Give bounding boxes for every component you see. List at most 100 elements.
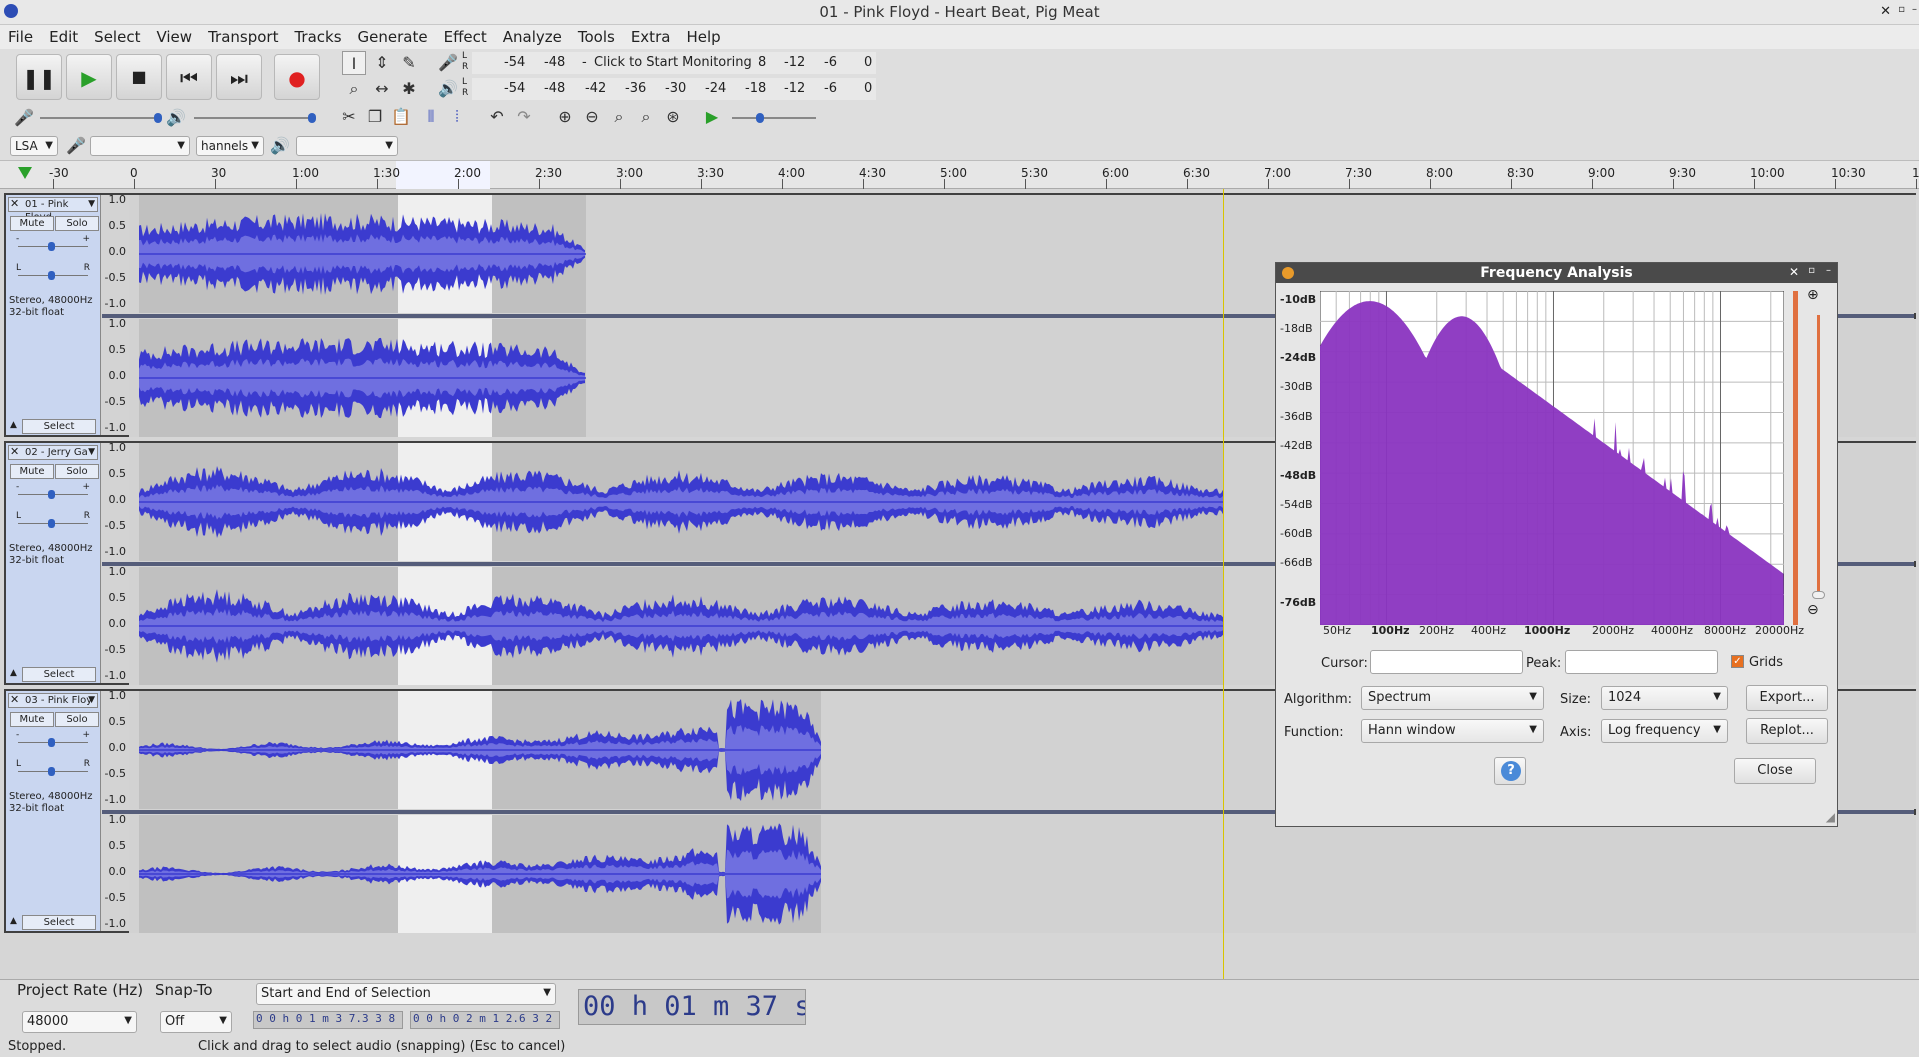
track-close-icon[interactable]: ✕ <box>10 197 19 210</box>
help-button[interactable]: ? <box>1494 757 1526 785</box>
selection-start-time[interactable]: 0 0 h 0 1 m 3 7.3 3 8 s <box>253 1011 403 1029</box>
vertical-scale[interactable]: 1.0 0.5 0.0 -0.5 -1.0 <box>102 193 128 313</box>
collapse-icon[interactable]: ▲ <box>10 916 17 926</box>
export-button[interactable]: Export... <box>1746 685 1828 711</box>
spectrum-plot[interactable] <box>1320 291 1784 625</box>
draw-tool-icon[interactable]: ✎ <box>397 51 421 75</box>
track-select-button[interactable]: Select <box>22 419 96 434</box>
solo-button[interactable]: Solo <box>55 216 99 231</box>
menu-edit[interactable]: Edit <box>41 25 86 46</box>
track-close-icon[interactable]: ✕ <box>10 445 19 458</box>
play-meter[interactable]: -54 -48 -42 -36 -30 -24 -18 -12 -6 0 <box>472 78 876 100</box>
recording-channels-select[interactable]: hannels ▼ <box>196 136 264 156</box>
menu-effect[interactable]: Effect <box>436 25 495 46</box>
audio-position-time[interactable]: 00 h 01 m 37 s <box>578 989 806 1025</box>
playback-device-select[interactable]: ▼ <box>296 136 398 156</box>
channel-lane[interactable] <box>129 815 1916 933</box>
resize-grip-icon[interactable]: ◢ <box>1826 810 1835 824</box>
cut-icon[interactable]: ✂ <box>337 105 361 129</box>
paste-icon[interactable]: 📋 <box>389 105 413 129</box>
track-name-menu[interactable]: 01 - Pink Floyd▼ <box>8 197 98 223</box>
zoom-out-icon[interactable]: ⊖ <box>580 105 604 129</box>
vertical-scale[interactable]: 1.0 0.5 0.0 -0.5 -1.0 <box>102 441 128 561</box>
selection-mode-select[interactable]: Start and End of Selection ▼ <box>256 983 556 1005</box>
recording-device-select[interactable]: ▼ <box>90 136 190 156</box>
track-name-menu[interactable]: 03 - Pink Floy ▼ <box>8 693 98 708</box>
track-control-panel[interactable]: 02 - Jerry Ga ▼ ✕ Mute Solo - + L R Stere… <box>6 443 101 683</box>
menu-help[interactable]: Help <box>678 25 728 46</box>
record-meter[interactable]: -54 -48 - Click to Start Monitoring 8 -1… <box>472 52 876 74</box>
play-meter-speaker-icon[interactable]: 🔊 <box>436 77 460 101</box>
menu-analyze[interactable]: Analyze <box>495 25 570 46</box>
menu-transport[interactable]: Transport <box>200 25 286 46</box>
redo-icon[interactable]: ↷ <box>512 105 536 129</box>
trim-icon[interactable]: ⦀ <box>419 105 443 129</box>
menu-generate[interactable]: Generate <box>350 25 436 46</box>
pan-slider[interactable]: L R <box>16 759 90 776</box>
track-close-icon[interactable]: ✕ <box>10 693 19 706</box>
vertical-zoom-slider[interactable] <box>1812 315 1825 599</box>
track-name-menu[interactable]: 02 - Jerry Ga ▼ <box>8 445 98 460</box>
menu-view[interactable]: View <box>148 25 200 46</box>
function-select[interactable]: Hann window ▼ <box>1361 719 1544 743</box>
undo-icon[interactable]: ↶ <box>485 105 509 129</box>
vertical-scale[interactable]: 1.0 0.5 0.0 -0.5 -1.0 <box>102 813 128 933</box>
fit-selection-icon[interactable]: ⌕ <box>607 105 631 129</box>
vertical-scale[interactable]: 1.0 0.5 0.0 -0.5 -1.0 <box>102 565 128 685</box>
menu-tools[interactable]: Tools <box>570 25 623 46</box>
gain-thumb[interactable] <box>48 738 55 747</box>
project-rate-select[interactable]: 48000 ▼ <box>22 1011 137 1033</box>
dialog-minimize-icon[interactable]: – <box>1826 265 1831 276</box>
grids-checkbox[interactable]: ✓ <box>1731 655 1744 668</box>
silence-icon[interactable]: ⦙ <box>445 105 469 129</box>
gain-slider[interactable]: - + <box>16 482 90 499</box>
zoom-tool-icon[interactable]: ⌕ <box>342 77 366 101</box>
gain-thumb[interactable] <box>48 242 55 251</box>
window-minimize-icon[interactable]: – <box>1912 4 1917 15</box>
pan-thumb[interactable] <box>48 519 55 528</box>
replot-button[interactable]: Replot... <box>1746 718 1828 744</box>
play-button[interactable]: ▶ <box>66 54 112 100</box>
track-control-panel[interactable]: 03 - Pink Floy ▼ ✕ Mute Solo - + L R Ster… <box>6 691 101 931</box>
envelope-tool-icon[interactable]: ⇕ <box>370 51 394 75</box>
collapse-icon[interactable]: ▲ <box>10 420 17 430</box>
gain-slider[interactable]: - + <box>16 730 90 747</box>
solo-button[interactable]: Solo <box>55 712 99 727</box>
mute-button[interactable]: Mute <box>10 712 54 727</box>
selection-end-time[interactable]: 0 0 h 0 2 m 1 2.6 3 2 s <box>410 1011 560 1029</box>
timeline-ruler[interactable]: -30 0 30 1:00 1:30 2:00 2:30 3:00 3:30 4:00 4:30 5:… <box>0 161 1919 189</box>
play-at-speed-icon[interactable]: ▶ <box>700 105 724 129</box>
pan-thumb[interactable] <box>48 271 55 280</box>
solo-button[interactable]: Solo <box>55 464 99 479</box>
size-select[interactable]: 1024 ▼ <box>1601 686 1728 710</box>
zoom-out-vertical-icon[interactable]: ⊖ <box>1807 602 1819 618</box>
axis-select[interactable]: Log frequency ▼ <box>1601 719 1728 743</box>
gain-thumb[interactable] <box>48 490 55 499</box>
collapse-icon[interactable]: ▲ <box>10 668 17 678</box>
record-meter-mic-icon[interactable]: 🎤 <box>436 51 460 75</box>
mute-button[interactable]: Mute <box>10 216 54 231</box>
play-speed-slider[interactable] <box>732 113 816 123</box>
menu-select[interactable]: Select <box>86 25 148 46</box>
track-select-button[interactable]: Select <box>22 667 96 682</box>
vertical-scale[interactable]: 1.0 0.5 0.0 -0.5 -1.0 <box>102 317 128 437</box>
menu-file[interactable]: File <box>0 25 41 46</box>
stop-button[interactable]: ■ <box>116 54 162 100</box>
recording-volume-slider[interactable] <box>40 113 162 123</box>
pan-thumb[interactable] <box>48 767 55 776</box>
play-speed-thumb[interactable] <box>756 113 764 123</box>
window-close-icon[interactable]: ✕ <box>1880 4 1891 19</box>
pause-button[interactable]: ❚❚ <box>16 54 62 100</box>
play-head-marker-icon[interactable] <box>18 167 32 179</box>
dialog-maximize-icon[interactable]: ▫ <box>1808 265 1815 276</box>
pan-slider[interactable]: L R <box>16 511 90 528</box>
track-control-panel[interactable]: 01 - Pink Floyd▼ ✕ Mute Solo - + L R Ste… <box>6 195 101 435</box>
record-button[interactable]: ● <box>274 54 320 100</box>
multi-tool-icon[interactable]: ✱ <box>397 77 421 101</box>
skip-start-button[interactable]: ⏮ <box>166 54 212 100</box>
zoom-in-icon[interactable]: ⊕ <box>553 105 577 129</box>
audio-host-select[interactable]: LSA ▼ <box>10 136 58 156</box>
zoom-in-vertical-icon[interactable]: ⊕ <box>1807 287 1819 303</box>
pan-slider[interactable]: L R <box>16 263 90 280</box>
skip-end-button[interactable]: ⏭ <box>216 54 262 100</box>
